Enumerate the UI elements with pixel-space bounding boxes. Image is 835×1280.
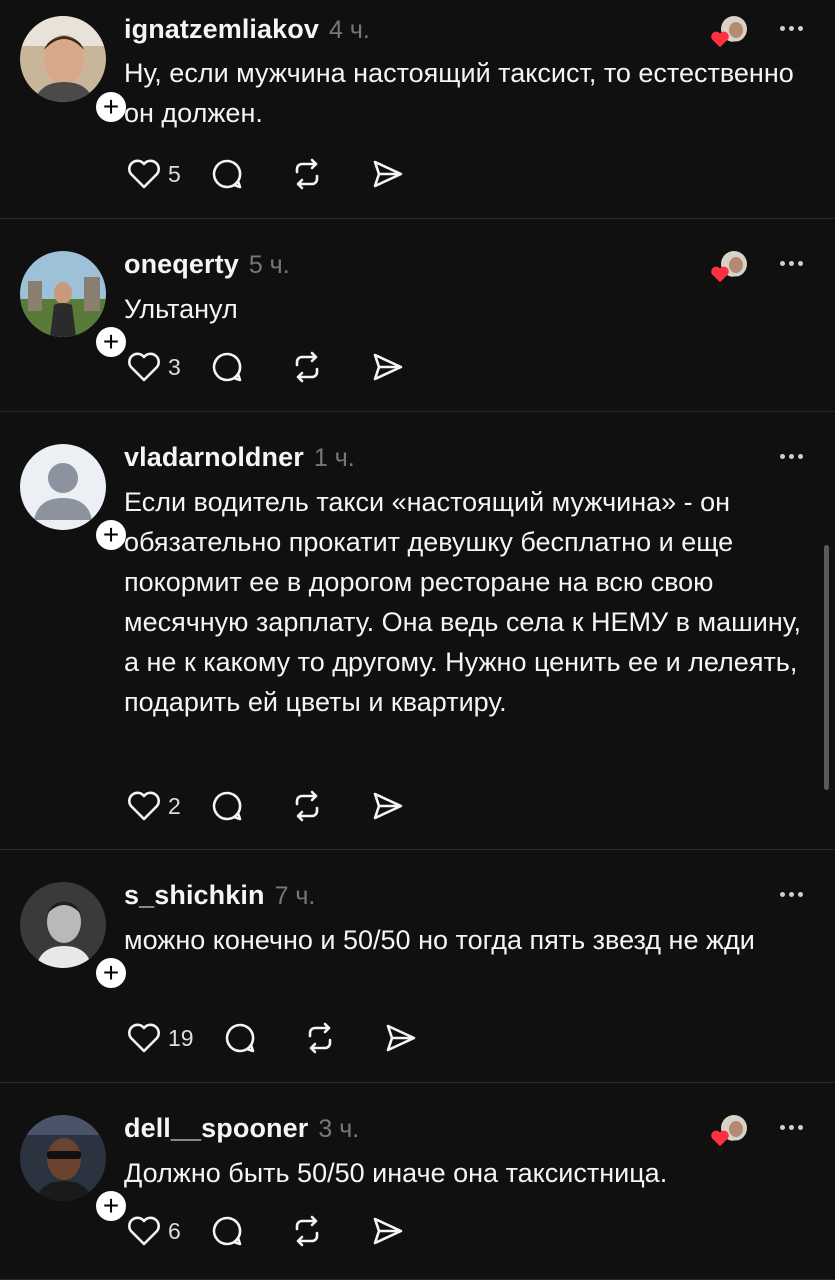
- more-dots-icon[interactable]: [780, 446, 803, 466]
- more-dots-icon[interactable]: [780, 1117, 803, 1137]
- heart-filled-icon: [711, 266, 729, 283]
- avatar[interactable]: [20, 1115, 106, 1201]
- more-dots-icon[interactable]: [780, 884, 803, 904]
- scrollbar[interactable]: [824, 545, 829, 790]
- comment-text: Ну, если мужчина настоящий таксист, то е…: [124, 58, 794, 128]
- action-bar: 3: [124, 347, 407, 387]
- repost-button[interactable]: [287, 786, 327, 826]
- comment-header: ignatzemliakov 4 ч.: [124, 14, 370, 48]
- reply-button[interactable]: [207, 786, 247, 826]
- heart-outline-icon: [128, 791, 160, 821]
- send-icon: [373, 792, 403, 820]
- like-button[interactable]: 3: [124, 347, 181, 387]
- heart-filled-icon: [711, 1130, 729, 1147]
- comment-bubble-icon: [212, 1216, 242, 1246]
- username[interactable]: s_shichkin: [124, 880, 265, 911]
- avatar[interactable]: [20, 251, 106, 337]
- timestamp: 7 ч.: [274, 882, 316, 910]
- heart-outline-icon: [128, 352, 160, 382]
- repost-icon: [295, 790, 319, 822]
- comment: + vladarnoldner 1 ч. Если водитель такси…: [0, 412, 835, 850]
- send-icon: [386, 1024, 415, 1052]
- share-button[interactable]: [380, 1018, 420, 1058]
- comment: + dell__spooner 3 ч. Должно быть 50/50 и…: [0, 1083, 835, 1280]
- comment: + s_shichkin 7 ч. можно конечно и 50/50 …: [0, 850, 835, 1083]
- avatar-container[interactable]: +: [20, 1115, 130, 1225]
- reply-button[interactable]: [207, 1211, 247, 1251]
- share-button[interactable]: [367, 154, 407, 194]
- timestamp: 5 ч.: [248, 251, 290, 279]
- repost-button[interactable]: [287, 154, 327, 194]
- like-count: 19: [168, 1024, 194, 1051]
- like-count: 5: [168, 160, 181, 187]
- repost-button[interactable]: [287, 1211, 327, 1251]
- avatar[interactable]: [20, 16, 106, 102]
- heart-filled-icon: [711, 31, 729, 48]
- comment-bubble-icon: [212, 791, 242, 821]
- reply-button[interactable]: [220, 1018, 260, 1058]
- heart-outline-icon: [128, 1023, 160, 1053]
- share-button[interactable]: [367, 347, 407, 387]
- like-button[interactable]: 2: [124, 786, 181, 826]
- comment-text: можно конечно и 50/50 но тогда пять звез…: [124, 925, 755, 955]
- username[interactable]: vladarnoldner: [124, 442, 304, 473]
- avatar[interactable]: [20, 882, 106, 968]
- avatar-container[interactable]: +: [20, 251, 130, 361]
- heart-outline-icon: [128, 1216, 160, 1246]
- comment: + oneqerty 5 ч. Ультанул 3: [0, 219, 835, 412]
- reply-button[interactable]: [207, 347, 247, 387]
- send-icon: [373, 353, 403, 381]
- action-bar: 2: [124, 786, 407, 826]
- action-bar: 6: [124, 1211, 407, 1251]
- avatar-container[interactable]: +: [20, 444, 130, 554]
- comment: + ignatzemliakov 4 ч. Ну, если мужчина н…: [0, 0, 835, 219]
- share-button[interactable]: [367, 1211, 407, 1251]
- comment-text: Должно быть 50/50 иначе она таксистница.: [124, 1158, 668, 1188]
- comments-feed: + ignatzemliakov 4 ч. Ну, если мужчина н…: [0, 0, 835, 1280]
- repost-icon: [295, 1215, 319, 1247]
- avatar-container[interactable]: +: [20, 882, 130, 992]
- comment-bubble-icon: [212, 352, 242, 382]
- share-button[interactable]: [367, 786, 407, 826]
- comment-text: Если водитель такси «настоящий мужчина» …: [124, 487, 802, 717]
- repost-icon: [295, 351, 319, 383]
- timestamp: 1 ч.: [313, 444, 355, 472]
- more-dots-icon[interactable]: [780, 18, 803, 38]
- comment-bubble-icon: [212, 159, 242, 189]
- liked-by-author-indicator: [709, 14, 749, 48]
- send-icon: [373, 160, 403, 188]
- comment-header: dell__spooner 3 ч.: [124, 1113, 359, 1147]
- username[interactable]: dell__spooner: [124, 1113, 308, 1144]
- comment-header: oneqerty 5 ч.: [124, 249, 290, 283]
- liked-by-author-indicator: [709, 1113, 749, 1147]
- timestamp: 4 ч.: [328, 16, 370, 44]
- action-bar: 19: [124, 1018, 420, 1058]
- comment-text: Ультанул: [124, 294, 238, 324]
- like-count: 3: [168, 353, 181, 380]
- like-button[interactable]: 6: [124, 1211, 181, 1251]
- default-avatar[interactable]: [20, 444, 106, 530]
- repost-button[interactable]: [300, 1018, 340, 1058]
- like-count: 2: [168, 792, 181, 819]
- avatar-container[interactable]: +: [20, 16, 130, 126]
- repost-icon: [295, 158, 319, 190]
- heart-outline-icon: [128, 159, 160, 189]
- repost-icon: [308, 1022, 331, 1054]
- like-button[interactable]: 5: [124, 154, 181, 194]
- comment-header: vladarnoldner 1 ч.: [124, 442, 355, 476]
- reply-button[interactable]: [207, 154, 247, 194]
- more-dots-icon[interactable]: [780, 253, 803, 273]
- comment-header: s_shichkin 7 ч.: [124, 880, 315, 914]
- username[interactable]: ignatzemliakov: [124, 14, 319, 45]
- timestamp: 3 ч.: [318, 1115, 360, 1143]
- like-count: 6: [168, 1217, 181, 1244]
- username[interactable]: oneqerty: [124, 249, 239, 280]
- action-bar: 5: [124, 154, 407, 194]
- comment-bubble-icon: [225, 1023, 254, 1053]
- like-button[interactable]: 19: [124, 1018, 194, 1058]
- send-icon: [373, 1217, 403, 1245]
- repost-button[interactable]: [287, 347, 327, 387]
- liked-by-author-indicator: [709, 249, 749, 283]
